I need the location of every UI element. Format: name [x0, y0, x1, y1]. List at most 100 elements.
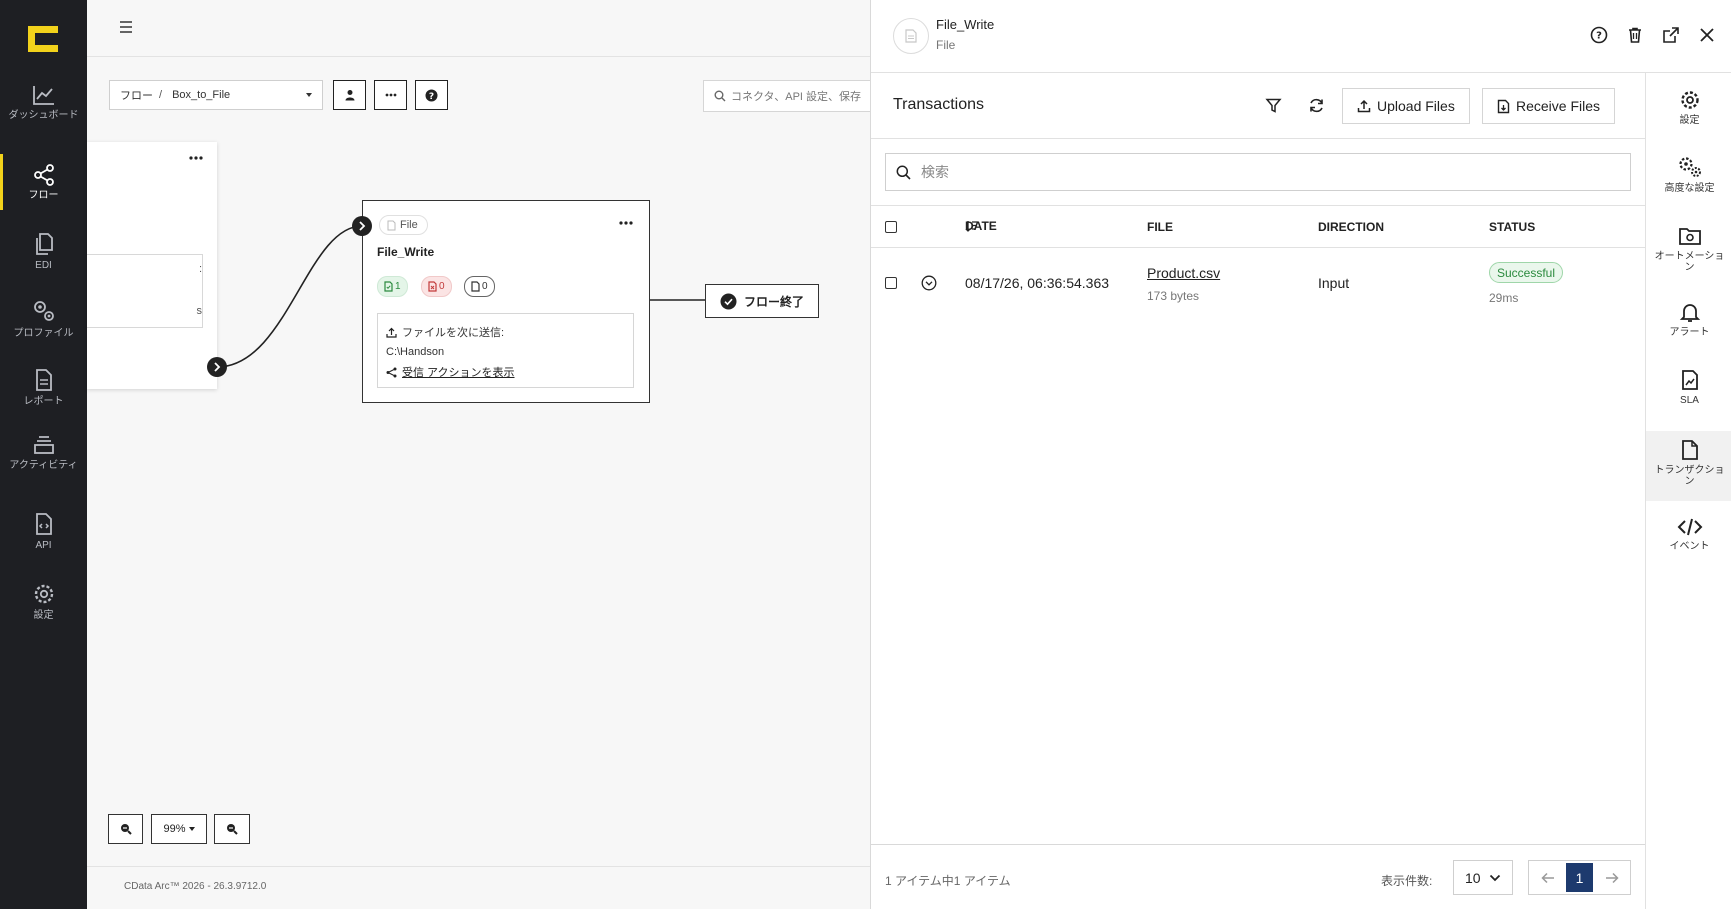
upload-icon	[386, 327, 397, 338]
filter-icon[interactable]	[1265, 97, 1282, 114]
cdata-logo[interactable]	[28, 26, 58, 52]
expand-row-icon[interactable]	[921, 275, 937, 291]
node-type-label: File	[400, 219, 418, 231]
column-direction[interactable]: DIRECTION	[1318, 220, 1384, 234]
panel-tab-label: オートメーション	[1654, 251, 1725, 273]
connector-node-box[interactable]: : s	[87, 142, 217, 389]
panel-tab-label: アラート	[1669, 327, 1710, 338]
nav-label: 設定	[33, 610, 54, 621]
trash-icon[interactable]	[1626, 26, 1644, 44]
gears-icon	[33, 301, 54, 321]
receive-files-button[interactable]: Receive Files	[1482, 88, 1616, 124]
panel-tab-sla[interactable]: SLA	[1646, 369, 1731, 406]
flow-connector-lines	[216, 225, 705, 368]
document-icon	[1681, 440, 1698, 460]
version-text: CData Arc™ 2026 - 26.3.9712.0	[124, 881, 267, 892]
page-button-current[interactable]: 1	[1566, 863, 1593, 892]
transactions-header: Transactions Upload Files Receive Files	[871, 73, 1645, 139]
table-row[interactable]: 08/17/26, 06:36:54.363 Product.csv 173 b…	[871, 248, 1645, 315]
nav-item-api[interactable]: API	[0, 512, 87, 551]
panel-tab-label: 高度な設定	[1664, 183, 1715, 194]
arrow-right-icon	[1605, 872, 1619, 883]
transactions-search-input[interactable]: 検索	[885, 153, 1631, 191]
zoom-in-icon	[227, 824, 238, 835]
sla-chart-icon	[1681, 370, 1698, 390]
panel-tab-events[interactable]: イベント	[1646, 517, 1731, 552]
node-info-box: : s	[87, 254, 203, 328]
zoom-level: 99%	[163, 823, 186, 835]
next-page-button[interactable]	[1593, 861, 1630, 894]
nav-item-settings[interactable]: 設定	[0, 582, 87, 621]
close-icon[interactable]	[1698, 26, 1716, 44]
documents-icon	[35, 233, 53, 255]
ellipsis-icon[interactable]	[189, 156, 203, 160]
gear-icon	[34, 584, 53, 604]
zoom-in-button[interactable]	[214, 814, 250, 844]
file-write-node[interactable]: File File_Write 1 0 0 ファイルを次に送信: C:\Hand…	[362, 200, 650, 403]
nav-item-flow[interactable]: フロー	[0, 154, 87, 210]
nav-item-dashboard[interactable]: ダッシュボード	[0, 84, 87, 121]
nav-label: プロファイル	[13, 328, 74, 339]
row-date: 08/17/26, 06:36:54.363	[965, 275, 1110, 291]
per-page-label: 表示件数:	[1381, 874, 1433, 888]
error-count-badge[interactable]: 0	[421, 276, 452, 297]
help-circle-icon[interactable]: ?	[1590, 26, 1608, 44]
share-icon	[386, 367, 397, 377]
panel-tab-automation[interactable]: オートメーション	[1646, 225, 1731, 273]
output-port-icon[interactable]	[206, 356, 228, 378]
ellipsis-icon[interactable]	[619, 221, 633, 225]
row-checkbox[interactable]	[885, 277, 897, 289]
panel-tab-label: イベント	[1669, 541, 1710, 552]
panel-tab-advanced[interactable]: 高度な設定	[1646, 155, 1731, 194]
per-page-select[interactable]: 10	[1453, 860, 1513, 895]
nav-item-activity[interactable]: アクティビティ	[0, 434, 87, 471]
nav-item-edi[interactable]: EDI	[0, 232, 87, 271]
select-all-checkbox[interactable]	[885, 221, 897, 233]
upload-files-button[interactable]: Upload Files	[1342, 88, 1470, 124]
refresh-icon[interactable]	[1308, 97, 1325, 114]
column-status[interactable]: STATUS	[1489, 220, 1535, 234]
item-count: 1 アイテム中1 アイテム	[885, 874, 1011, 888]
chevron-down-icon	[1489, 874, 1500, 881]
panel-tab-settings[interactable]: 設定	[1646, 89, 1731, 126]
column-date[interactable]: DATE	[965, 219, 997, 233]
file-check-icon	[384, 281, 393, 292]
pending-count: 0	[482, 281, 488, 292]
transactions-heading: Transactions	[893, 96, 984, 113]
input-port-icon[interactable]	[351, 215, 373, 237]
row-duration: 29ms	[1489, 291, 1519, 305]
nav-label: アクティビティ	[9, 460, 78, 471]
svg-text:?: ?	[1596, 31, 1602, 42]
success-count-badge[interactable]: 1	[377, 276, 408, 297]
nav-label: フロー	[28, 190, 59, 201]
code-file-icon	[35, 513, 52, 535]
document-icon	[35, 369, 52, 391]
panel-tab-alerts[interactable]: アラート	[1646, 301, 1731, 338]
external-link-icon[interactable]	[1662, 26, 1680, 44]
flow-canvas[interactable]: フロー / Box_to_File ? コネクタ、API 設定、保存 : s F…	[87, 0, 873, 909]
prev-page-button[interactable]	[1529, 861, 1566, 894]
panel-tab-label: トランザクション	[1654, 465, 1725, 487]
column-file[interactable]: FILE	[1147, 220, 1173, 234]
zoom-out-button[interactable]	[108, 814, 143, 844]
nav-item-profile[interactable]: プロファイル	[0, 298, 87, 339]
panel-header: File_Write File ?	[871, 0, 1731, 73]
connector-detail-panel: File_Write File ? Transactions Upload Fi…	[870, 0, 1731, 909]
panel-actions: ?	[1590, 26, 1716, 44]
success-count: 1	[395, 281, 401, 292]
nav-label: EDI	[35, 260, 52, 271]
pending-count-badge[interactable]: 0	[464, 276, 495, 297]
folder-gear-icon	[1678, 228, 1701, 245]
zoom-level-select[interactable]: 99%	[151, 814, 207, 844]
zoom-out-icon	[120, 824, 132, 835]
panel-tab-transactions[interactable]: トランザクション	[1646, 431, 1731, 501]
gear-icon	[1680, 91, 1699, 109]
nav-item-report[interactable]: レポート	[0, 368, 87, 407]
flow-end-node[interactable]: フロー終了	[705, 284, 819, 318]
pagination-footer: 1 アイテム中1 アイテム 表示件数: 10 1	[871, 844, 1645, 909]
bell-icon	[1679, 304, 1700, 322]
connector-avatar	[893, 18, 929, 54]
row-direction: Input	[1318, 275, 1350, 291]
show-receive-actions-link[interactable]: 受信 アクションを表示	[402, 364, 515, 380]
row-file-link[interactable]: Product.csv	[1147, 265, 1220, 281]
